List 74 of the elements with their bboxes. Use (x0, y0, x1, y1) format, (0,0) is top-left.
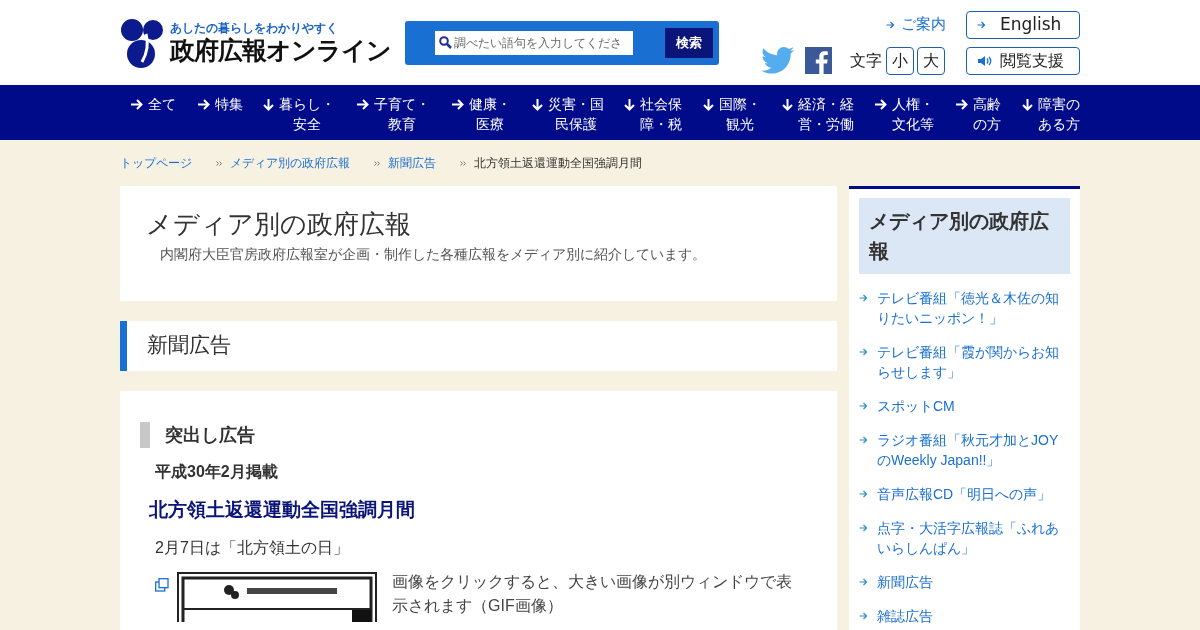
page-description: 内閣府大臣官房政府広報室が企画・制作した各種広報をメディア別に紹介しています。 (160, 245, 707, 264)
arrow-icon (859, 524, 868, 532)
chevron-icon (374, 160, 380, 166)
breadcrumb-link[interactable]: トップページ (120, 154, 192, 172)
arrow-icon (859, 578, 868, 586)
right-arrow-icon (196, 99, 210, 110)
down-arrow-icon (263, 98, 275, 111)
arrow-icon (886, 20, 895, 29)
site-tagline: あしたの暮らしをわかりやすく (170, 19, 339, 36)
nav-item[interactable]: 特集 (196, 94, 243, 140)
arrow-icon (859, 348, 868, 356)
sidebar-title: メディア別の政府広報 (859, 198, 1070, 274)
sidebar-link[interactable]: 新聞広告 (859, 572, 1070, 592)
nav-item[interactable]: 高齢 の方 (955, 94, 1002, 140)
chevron-icon (460, 160, 466, 166)
nav-item[interactable]: 人権・ 文化等 (874, 94, 935, 140)
accessibility-button[interactable]: 閲覧支援 (966, 46, 1080, 75)
arrow-icon (859, 402, 868, 410)
right-arrow-icon (130, 99, 143, 110)
sidebar-link[interactable]: 音声広報CD「明日への声」 (859, 484, 1070, 504)
chevron-icon (216, 160, 222, 166)
sidebar-link[interactable]: テレビ番組「徳光＆木佐の知りたいニッポン！」 (859, 288, 1070, 328)
new-window-icon (155, 577, 169, 592)
page-title: メディア別の政府広報 (146, 208, 412, 241)
arrow-icon (859, 294, 868, 302)
sidebar-link[interactable]: テレビ番組「霞が関からお知らせします」 (859, 342, 1070, 382)
speaker-icon (977, 54, 992, 67)
arrow-icon (859, 490, 868, 498)
breadcrumb-current: 北方領土返還運動全国強調月間 (474, 155, 642, 172)
text-size-label: 文字 (850, 49, 882, 72)
search-button[interactable]: 検索 (665, 27, 713, 58)
arrow-icon (859, 612, 868, 620)
facebook-icon[interactable] (805, 47, 832, 74)
image-note: 画像をクリックすると、大きい画像が別ウィンドウで表示されます（GIF画像） (392, 571, 793, 616)
arrow-icon (859, 436, 868, 444)
nav-item[interactable]: 災害・国 民保護 (531, 94, 604, 140)
right-arrow-icon (874, 99, 888, 110)
right-arrow-icon (356, 99, 370, 110)
sidebar-link[interactable]: スポットCM (859, 396, 1070, 416)
nav-item[interactable]: 障害の ある方 (1021, 94, 1080, 140)
large-text-button[interactable]: 大 (917, 46, 945, 75)
down-arrow-icon (781, 98, 793, 111)
english-button[interactable]: English (966, 10, 1080, 39)
down-arrow-icon (531, 98, 543, 111)
nav-item[interactable]: 国際・ 観光 (703, 94, 762, 140)
down-arrow-icon (1021, 98, 1033, 111)
nav-item[interactable]: 健康・ 医療 (450, 94, 511, 140)
article-title[interactable]: 北方領土返還運動全国強調月間 (149, 496, 837, 525)
nav-item[interactable]: 暮らし・ 安全 (263, 94, 336, 140)
right-arrow-icon (450, 99, 464, 110)
search-field[interactable]: 調べたい語句を入力してくださ (435, 30, 633, 55)
down-arrow-icon (624, 98, 636, 111)
sidebar-link[interactable]: 点字・大活字広報誌「ふれあいらしんぱん」 (859, 518, 1070, 558)
publish-date: 平成30年2月掲載 (155, 462, 279, 482)
nav-item[interactable]: 全て (130, 94, 176, 140)
logo-icon (120, 17, 164, 68)
section-title: 新聞広告 (147, 332, 231, 360)
nav-item[interactable]: 子育て・ 教育 (356, 94, 431, 140)
sidebar-link[interactable]: ラジオ番組「秋元才加とJOYのWeekly Japan!!」 (859, 430, 1070, 470)
right-arrow-icon (955, 99, 969, 110)
guide-link[interactable]: ご案内 (886, 13, 946, 36)
article-heading: 突出し広告 (165, 423, 255, 447)
small-text-button[interactable]: 小 (886, 46, 914, 75)
nav-item[interactable]: 経済・経 営・労働 (781, 94, 854, 140)
site-name: 政府広報オンライン (170, 35, 391, 66)
down-arrow-icon (703, 98, 715, 111)
breadcrumb-link[interactable]: 新聞広告 (388, 154, 436, 172)
article-subtitle: 2月7日は「北方領土の日」 (155, 537, 350, 558)
heading-marker (140, 421, 150, 448)
arrow-icon (977, 20, 986, 29)
breadcrumb-link[interactable]: メディア別の政府広報 (230, 154, 350, 172)
sidebar-link[interactable]: 雑誌広告 (859, 606, 1070, 626)
search-icon (439, 36, 452, 49)
nav-item[interactable]: 社会保 障・税 (624, 94, 683, 140)
